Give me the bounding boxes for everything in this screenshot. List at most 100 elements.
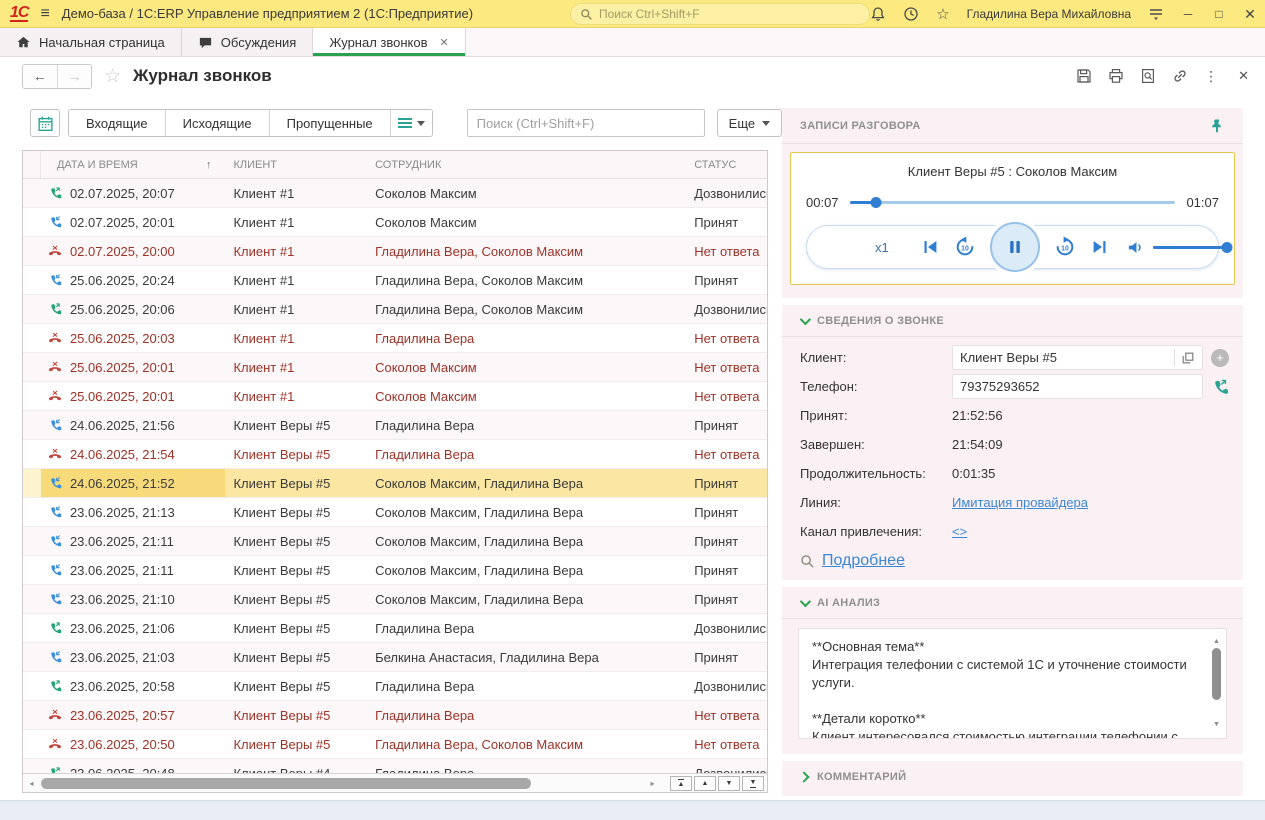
table-row[interactable]: 24.06.2025, 21:56Клиент Веры #5Гладилина…	[23, 411, 767, 440]
more-actions-dots-icon[interactable]: ⋮	[1204, 68, 1218, 85]
current-user-name[interactable]: Гладилина Вера Михайловна	[967, 7, 1131, 21]
service-menu-icon[interactable]	[1148, 6, 1164, 22]
client-field[interactable]: Клиент Веры #5	[952, 345, 1203, 370]
main-menu-icon[interactable]: ≡	[40, 5, 49, 23]
table-row[interactable]: 25.06.2025, 20:01Клиент #1Соколов Максим…	[23, 382, 767, 411]
scrollbar-thumb[interactable]	[41, 778, 531, 789]
close-window-button[interactable]: ✕	[1243, 6, 1257, 23]
table-row[interactable]: 02.07.2025, 20:07Клиент #1Соколов Максим…	[23, 179, 767, 208]
table-row[interactable]: 23.06.2025, 20:48Клиент Веры #4Гладилина…	[23, 759, 767, 773]
skip-previous-button[interactable]	[919, 236, 941, 258]
table-row[interactable]: 23.06.2025, 21:06Клиент Веры #5Гладилина…	[23, 614, 767, 643]
more-button[interactable]: Еще	[717, 109, 782, 137]
create-client-button[interactable]: +	[1211, 349, 1229, 367]
details-link[interactable]: Подробнее	[822, 552, 905, 570]
skip-next-button[interactable]	[1089, 236, 1111, 258]
go-previous-row-button[interactable]: ▲	[694, 776, 716, 791]
table-row[interactable]: 25.06.2025, 20:24Клиент #1Гладилина Вера…	[23, 266, 767, 295]
history-icon[interactable]	[903, 6, 919, 22]
info-link-value[interactable]: Имитация провайдера	[952, 495, 1088, 510]
scroll-left-arrow-icon[interactable]: ◂	[26, 779, 37, 788]
filter-outgoing-button[interactable]: Исходящие	[165, 110, 269, 136]
table-row[interactable]: 25.06.2025, 20:06Клиент #1Гладилина Вера…	[23, 295, 767, 324]
forward-10-button[interactable]: 10	[1054, 236, 1076, 258]
go-last-row-button[interactable]: ▼	[742, 776, 764, 791]
add-to-favorites-star-icon[interactable]: ☆	[104, 65, 121, 88]
favorites-star-icon[interactable]: ☆	[936, 7, 949, 22]
table-row[interactable]: 23.06.2025, 20:57Клиент Веры #5Гладилина…	[23, 701, 767, 730]
tab-close-icon[interactable]: ✕	[440, 36, 449, 49]
horizontal-scrollbar[interactable]: ◂ ▸ ▲ ▲ ▼ ▼	[23, 773, 767, 792]
progress-thumb[interactable]	[870, 197, 881, 208]
go-first-row-button[interactable]: ▲	[670, 776, 692, 791]
phone-field[interactable]: 79375293652	[952, 374, 1203, 399]
comment-header[interactable]: КОММЕНТАРИЙ	[782, 761, 1243, 792]
ai-analysis-header[interactable]: AI АНАЛИЗ	[782, 587, 1243, 619]
table-row[interactable]: 23.06.2025, 20:58Клиент Веры #5Гладилина…	[23, 672, 767, 701]
volume-thumb[interactable]	[1221, 242, 1232, 253]
forward-button[interactable]: →	[57, 65, 91, 88]
table-row[interactable]: 23.06.2025, 20:50Клиент Веры #5Гладилина…	[23, 730, 767, 759]
row-datetime-cell: 23.06.2025, 20:57	[41, 701, 226, 729]
table-row[interactable]: 23.06.2025, 21:11Клиент Веры #5Соколов М…	[23, 527, 767, 556]
table-row[interactable]: 24.06.2025, 21:52Клиент Веры #5Соколов М…	[23, 469, 767, 498]
table-row[interactable]: 23.06.2025, 21:11Клиент Веры #5Соколов М…	[23, 556, 767, 585]
table-row[interactable]: 24.06.2025, 21:54Клиент Веры #5Гладилина…	[23, 440, 767, 469]
ai-scrollbar[interactable]: ▲ ▼	[1209, 631, 1224, 736]
column-header-status[interactable]: СТАТУС	[686, 159, 767, 171]
call-info-header[interactable]: СВЕДЕНИЯ О ЗВОНКЕ	[782, 305, 1243, 337]
print-icon[interactable]	[1108, 68, 1124, 84]
filter-list-menu-button[interactable]	[390, 110, 432, 136]
volume-slider[interactable]	[1153, 246, 1227, 249]
more-button-label: Еще	[729, 116, 755, 131]
go-next-row-button[interactable]: ▼	[718, 776, 740, 791]
table-row[interactable]: 23.06.2025, 21:13Клиент Веры #5Соколов М…	[23, 498, 767, 527]
missed-call-icon	[48, 447, 62, 461]
call-phone-icon[interactable]	[1211, 378, 1229, 396]
ai-scrollbar-thumb[interactable]	[1212, 648, 1221, 700]
rewind-10-button[interactable]: 10	[954, 236, 976, 258]
incoming-call-icon	[48, 215, 62, 229]
scrollbar-track[interactable]	[38, 777, 646, 790]
scroll-right-arrow-icon[interactable]: ▸	[647, 779, 658, 788]
table-row[interactable]: 02.07.2025, 20:01Клиент #1Соколов Максим…	[23, 208, 767, 237]
sort-ascending-icon[interactable]: ↑	[206, 159, 212, 171]
progress-slider[interactable]: 00:07 01:07	[802, 195, 1223, 210]
back-button[interactable]: ←	[23, 65, 57, 88]
tab-home[interactable]: Начальная страница	[0, 28, 182, 56]
notifications-bell-icon[interactable]	[870, 6, 886, 22]
phone-value: 79375293652	[960, 379, 1195, 394]
open-form-icon[interactable]	[1181, 351, 1195, 365]
pause-button[interactable]	[990, 222, 1040, 272]
tab-call-journal[interactable]: Журнал звонков ✕	[313, 28, 465, 56]
close-form-icon[interactable]: ✕	[1238, 68, 1249, 84]
column-header-employee[interactable]: СОТРУДНИК	[367, 159, 686, 171]
table-row[interactable]: 25.06.2025, 20:01Клиент #1Соколов Максим…	[23, 353, 767, 382]
table-row[interactable]: 23.06.2025, 21:10Клиент Веры #5Соколов М…	[23, 585, 767, 614]
table-row[interactable]: 02.07.2025, 20:00Клиент #1Гладилина Вера…	[23, 237, 767, 266]
pin-icon[interactable]	[1209, 118, 1225, 134]
ai-analysis-text[interactable]: **Основная тема**Интеграция телефонии с …	[798, 628, 1227, 739]
minimize-button[interactable]: ─	[1181, 7, 1195, 21]
preview-icon[interactable]	[1140, 68, 1156, 84]
info-link-value[interactable]: <>	[952, 524, 967, 539]
recording-title: Клиент Веры #5 : Соколов Максим	[802, 164, 1223, 179]
save-icon[interactable]	[1076, 68, 1092, 84]
table-row[interactable]: 25.06.2025, 20:03Клиент #1Гладилина Вера…	[23, 324, 767, 353]
scroll-down-arrow-icon[interactable]: ▼	[1209, 716, 1224, 734]
filter-missed-button[interactable]: Пропущенные	[269, 110, 390, 136]
maximize-button[interactable]: □	[1212, 7, 1226, 21]
calendar-period-button[interactable]	[30, 109, 60, 137]
global-search-input[interactable]: Поиск Ctrl+Shift+F	[570, 3, 870, 25]
volume-icon[interactable]	[1126, 238, 1145, 257]
filter-incoming-button[interactable]: Входящие	[69, 110, 165, 136]
link-icon[interactable]	[1172, 68, 1188, 84]
table-search-input[interactable]	[467, 109, 705, 137]
playback-speed-button[interactable]: x1	[875, 240, 889, 255]
column-header-client[interactable]: КЛИЕНТ	[225, 159, 367, 171]
table-row[interactable]: 23.06.2025, 21:03Клиент Веры #5Белкина А…	[23, 643, 767, 672]
column-header-datetime[interactable]: ДАТА И ВРЕМЯ ↑	[41, 159, 226, 171]
tab-discussions[interactable]: Обсуждения	[182, 28, 314, 56]
row-datetime: 02.07.2025, 20:00	[70, 244, 175, 259]
progress-track[interactable]	[850, 201, 1176, 204]
